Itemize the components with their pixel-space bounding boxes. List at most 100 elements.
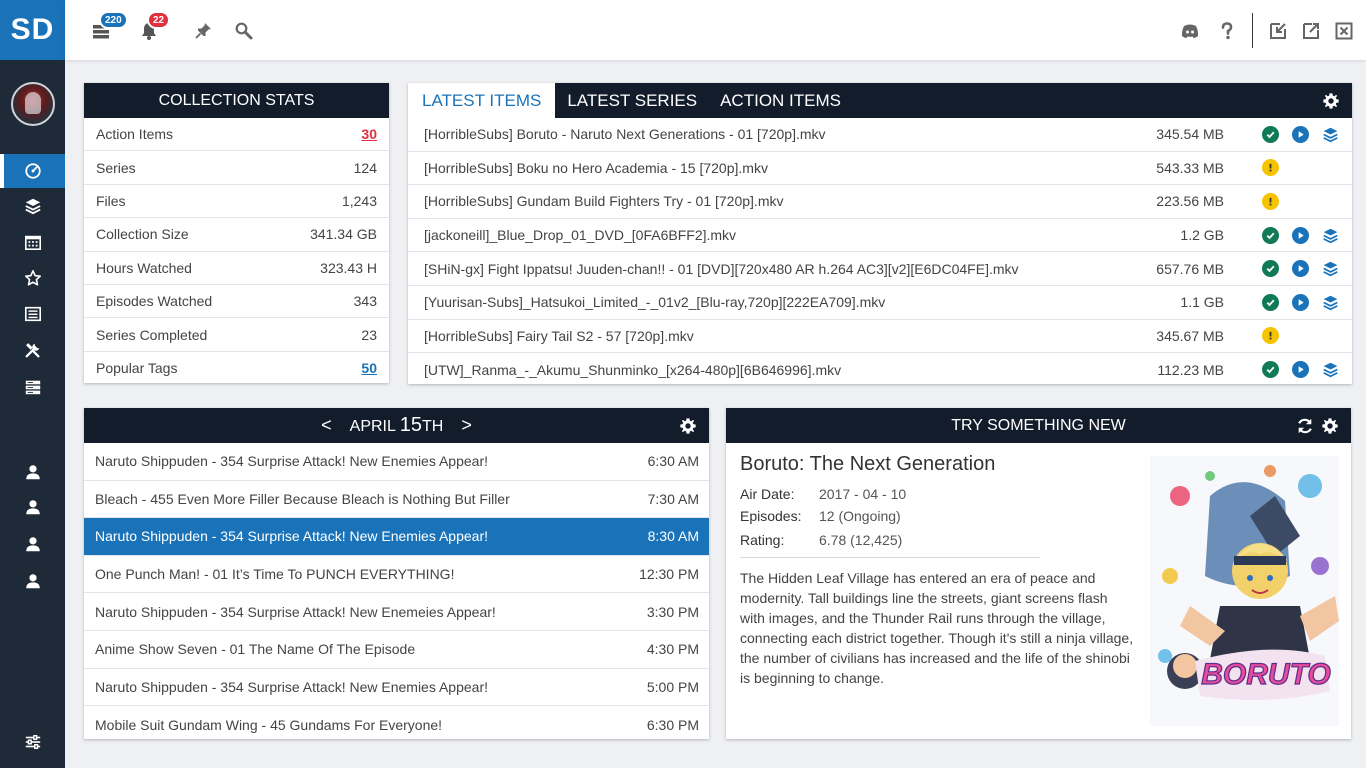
file-name[interactable]: [HorribleSubs] Fairy Tail S2 - 57 [720p]… (424, 328, 694, 344)
nav-user-1[interactable] (0, 455, 65, 489)
nav-calendar[interactable] (0, 225, 65, 259)
sliders-icon (25, 734, 40, 750)
play-icon[interactable] (1292, 260, 1309, 278)
file-row[interactable]: [HorribleSubs] Boku no Hero Academia - 1… (408, 152, 1352, 186)
notifications-button[interactable]: 22 (138, 11, 171, 42)
nav-server[interactable] (0, 370, 65, 404)
file-row[interactable]: [SHiN-gx] Fight Ippatsu! Juuden-chan!! -… (408, 252, 1352, 286)
check-circle-icon (1262, 125, 1279, 143)
play-icon[interactable] (1292, 226, 1309, 244)
try-something-new-title: TRY SOMETHING NEW (951, 416, 1126, 434)
refresh-icon[interactable] (1296, 417, 1314, 435)
warning-icon[interactable] (1262, 192, 1279, 210)
gear-icon[interactable] (679, 417, 697, 435)
discord-button[interactable] (1179, 20, 1201, 42)
gear-icon[interactable] (1322, 92, 1340, 110)
nav-collection[interactable] (0, 189, 65, 223)
search-icon (235, 22, 253, 40)
series-title[interactable]: Boruto: The Next Generation (740, 453, 995, 476)
file-row[interactable]: [HorribleSubs] Fairy Tail S2 - 57 [720p]… (408, 320, 1352, 354)
try-something-new-panel: TRY SOMETHING NEW Boruto: The Next Gener… (726, 408, 1351, 739)
pin-button[interactable] (192, 20, 214, 42)
layers-icon[interactable] (1322, 227, 1339, 244)
queue-button[interactable]: 220 (90, 11, 128, 42)
stats-label: Episodes Watched (96, 293, 213, 310)
stats-row-popular-tags[interactable]: Popular Tags 50 (84, 352, 389, 385)
list-icon (24, 306, 41, 322)
stats-row-hours-watched: Hours Watched 323.43 H (84, 252, 389, 285)
file-row[interactable]: [Yuurisan-Subs]_Hatsukoi_Limited_-_01v2_… (408, 286, 1352, 320)
user-icon (25, 537, 40, 552)
calendar-row-selected[interactable]: Naruto Shippuden - 354 Surprise Attack! … (84, 518, 709, 556)
stats-value: 323.43 H (320, 259, 377, 276)
file-name[interactable]: [HorribleSubs] Gundam Build Fighters Try… (424, 193, 783, 209)
play-icon[interactable] (1292, 125, 1309, 143)
nav-user-4[interactable] (0, 564, 65, 598)
file-row[interactable]: [jackoneill]_Blue_Drop_01_DVD_[0FA6BFF2]… (408, 219, 1352, 253)
calendar-row[interactable]: One Punch Man! - 01 It’s Time To PUNCH E… (84, 556, 709, 594)
file-row[interactable]: [HorribleSubs] Gundam Build Fighters Try… (408, 185, 1352, 219)
nav-favorites[interactable] (0, 261, 65, 295)
file-name[interactable]: [Yuurisan-Subs]_Hatsukoi_Limited_-_01v2_… (424, 294, 885, 310)
dashboard-icon (24, 163, 41, 179)
stats-row-files: Files 1,243 (84, 185, 389, 219)
stats-row-series: Series 124 (84, 151, 389, 185)
calendar-row[interactable]: Naruto Shippuden - 354 Surprise Attack! … (84, 669, 709, 707)
file-row[interactable]: [UTW]_Ranma_-_Akumu_Shunminko_[x264-480p… (408, 353, 1352, 387)
file-name[interactable]: [SHiN-gx] Fight Ippatsu! Juuden-chan!! -… (424, 261, 1019, 277)
file-name[interactable]: [jackoneill]_Blue_Drop_01_DVD_[0FA6BFF2]… (424, 227, 736, 243)
episode-time: 6:30 AM (647, 453, 699, 470)
calendar-row[interactable]: Naruto Shippuden - 354 Surprise Attack! … (84, 443, 709, 481)
nav-list[interactable] (0, 297, 65, 331)
layers-icon[interactable] (1322, 260, 1339, 277)
calendar-row[interactable]: Mobile Suit Gundam Wing - 45 Gundams For… (84, 706, 709, 744)
help-button[interactable] (1216, 20, 1238, 42)
calendar-row[interactable]: Anime Show Seven - 01 The Name Of The Ep… (84, 631, 709, 669)
tab-latest-series[interactable]: LATEST SERIES (555, 83, 709, 118)
stats-label: Popular Tags (96, 360, 178, 377)
layers-icon[interactable] (1322, 361, 1339, 378)
file-name[interactable]: [HorribleSubs] Boku no Hero Academia - 1… (424, 160, 768, 176)
episode-title: Anime Show Seven - 01 The Name Of The Ep… (95, 641, 416, 658)
play-icon[interactable] (1292, 293, 1309, 311)
app-logo[interactable]: SD (0, 0, 65, 60)
maximize-button[interactable] (1300, 20, 1322, 42)
collection-stats-title: COLLECTION STATS (84, 83, 389, 118)
play-icon[interactable] (1292, 361, 1309, 379)
search-button[interactable] (233, 20, 255, 42)
calendar-row[interactable]: Naruto Shippuden - 354 Surprise Attack! … (84, 593, 709, 631)
file-name[interactable]: [HorribleSubs] Boruto - Naruto Next Gene… (424, 126, 826, 142)
episode-title: Naruto Shippuden - 354 Surprise Attack! … (95, 453, 488, 470)
layers-icon[interactable] (1322, 294, 1339, 311)
gear-icon[interactable] (1321, 417, 1339, 435)
check-circle-icon (1262, 226, 1279, 244)
tab-action-items[interactable]: ACTION ITEMS (709, 83, 853, 118)
stats-row-collection-size: Collection Size 341.34 GB (84, 218, 389, 252)
file-name[interactable]: [UTW]_Ranma_-_Akumu_Shunminko_[x264-480p… (424, 362, 841, 378)
nav-user-2[interactable] (0, 490, 65, 524)
close-button[interactable] (1333, 20, 1355, 42)
prev-day-button[interactable]: < (321, 415, 332, 436)
nav-dashboard[interactable] (0, 154, 65, 188)
next-day-button[interactable]: > (461, 415, 472, 436)
warning-icon[interactable] (1262, 327, 1279, 345)
warning-icon[interactable] (1262, 159, 1279, 177)
file-row[interactable]: [HorribleSubs] Boruto - Naruto Next Gene… (408, 118, 1352, 152)
toolbar-divider (1252, 13, 1253, 48)
episode-title: Mobile Suit Gundam Wing - 45 Gundams For… (95, 716, 443, 733)
calendar-row[interactable]: Bleach - 455 Even More Filler Because Bl… (84, 481, 709, 519)
minimize-button[interactable] (1267, 20, 1289, 42)
collection-stats-panel: COLLECTION STATS Action Items 30 Series … (84, 83, 389, 383)
stats-row-action-items[interactable]: Action Items 30 (84, 118, 389, 152)
poster-artwork: BORUTO (1150, 456, 1339, 726)
user-avatar[interactable] (11, 82, 55, 126)
stats-value-link[interactable]: 30 (361, 126, 377, 142)
nav-settings[interactable] (0, 725, 65, 759)
nav-user-3[interactable] (0, 527, 65, 561)
nav-tools[interactable] (0, 333, 65, 367)
tab-latest-items[interactable]: LATEST ITEMS (408, 83, 556, 118)
stats-value-link[interactable]: 50 (361, 360, 377, 376)
layers-icon[interactable] (1322, 126, 1339, 143)
user-icon (25, 465, 40, 480)
series-poster[interactable]: BORUTO (1150, 456, 1339, 726)
